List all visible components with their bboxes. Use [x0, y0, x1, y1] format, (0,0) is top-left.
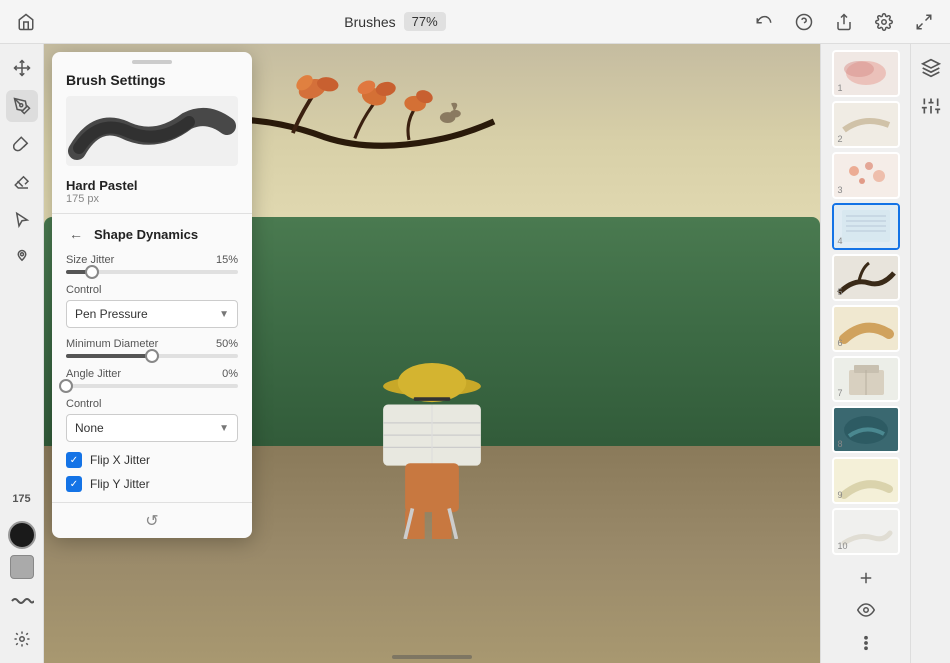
brush-size-display: 175: [6, 483, 38, 515]
brush-settings-panel: Brush Settings Hard Pastel 175 px ← Shap…: [52, 52, 252, 538]
document-title: Brushes: [344, 14, 395, 30]
help-button[interactable]: [790, 8, 818, 36]
size-jitter-track[interactable]: [66, 270, 238, 274]
angle-jitter-track[interactable]: [66, 384, 238, 388]
share-button[interactable]: [830, 8, 858, 36]
brush-thumb-1[interactable]: 1: [832, 50, 900, 97]
left-toolbar: 175: [0, 44, 44, 663]
thumb-index-1: 1: [838, 83, 843, 93]
settings-button[interactable]: [870, 8, 898, 36]
more-options-button[interactable]: [850, 628, 882, 657]
thumb-index-2: 2: [838, 134, 843, 144]
control-label-1: Control: [66, 284, 238, 296]
brush-thumb-9[interactable]: 9: [832, 457, 900, 504]
min-diameter-track[interactable]: [66, 354, 238, 358]
brush-thumbnails-panel: 1 2 3: [820, 44, 910, 663]
brush-tool[interactable]: [6, 90, 38, 122]
angle-jitter-row: Angle Jitter 0%: [52, 364, 252, 394]
angle-jitter-label-row: Angle Jitter 0%: [66, 368, 238, 380]
brush-thumb-10[interactable]: 10: [832, 508, 900, 555]
brush-thumb-4[interactable]: 4: [832, 203, 900, 250]
brush-thumb-7[interactable]: 7: [832, 356, 900, 403]
control-select-2[interactable]: None ▼: [66, 414, 238, 442]
control-select-2-value: None: [75, 421, 104, 435]
brush-thumb-6[interactable]: 6: [832, 305, 900, 352]
undo-button[interactable]: [750, 8, 778, 36]
reset-button[interactable]: ↺: [145, 511, 158, 531]
flip-y-checkbox[interactable]: ✓: [66, 476, 82, 492]
visibility-button[interactable]: [850, 596, 882, 625]
panel-title: Brush Settings: [52, 72, 252, 96]
flip-x-label: Flip X Jitter: [90, 453, 150, 467]
select-tool[interactable]: [6, 204, 38, 236]
brush-thumb-3[interactable]: 3: [832, 152, 900, 199]
top-bar: Brushes 77%: [0, 0, 950, 44]
stamp-tool[interactable]: [6, 242, 38, 274]
layers-button[interactable]: [915, 52, 947, 84]
fill-tool[interactable]: [6, 128, 38, 160]
control-row-2: Control None ▼: [52, 394, 252, 448]
expand-button[interactable]: [910, 8, 938, 36]
home-button[interactable]: [12, 8, 40, 36]
min-diameter-row: Minimum Diameter 50%: [52, 334, 252, 364]
thumb-index-6: 6: [838, 338, 843, 348]
angle-jitter-label: Angle Jitter: [66, 368, 121, 380]
control-select-1[interactable]: Pen Pressure ▼: [66, 300, 238, 328]
brush-size-text: 175 px: [52, 193, 252, 213]
top-bar-left: [12, 8, 40, 36]
thumb-index-10: 10: [838, 541, 848, 551]
foreground-color[interactable]: [8, 521, 36, 549]
thumb-index-3: 3: [838, 185, 843, 195]
brush-thumb-5[interactable]: 5: [832, 254, 900, 301]
back-button[interactable]: ←: [66, 224, 86, 244]
thumb-index-5: 5: [838, 287, 843, 297]
brush-preview: [66, 96, 238, 166]
control-select-2-arrow: ▼: [219, 423, 229, 434]
eraser-tool[interactable]: [6, 166, 38, 198]
flip-x-checkbox[interactable]: ✓: [66, 452, 82, 468]
angle-jitter-value: 0%: [222, 368, 238, 380]
wavy-line-tool[interactable]: [6, 585, 38, 617]
panel-drag-handle[interactable]: [132, 60, 172, 64]
flip-x-row: ✓ Flip X Jitter: [52, 448, 252, 472]
canvas-area[interactable]: Brush Settings Hard Pastel 175 px ← Shap…: [44, 44, 820, 663]
min-diameter-thumb[interactable]: [145, 349, 159, 363]
brush-name: Hard Pastel: [52, 174, 252, 193]
shape-dynamics-header: ← Shape Dynamics: [52, 214, 252, 250]
zoom-level[interactable]: 77%: [404, 12, 446, 31]
background-color[interactable]: [10, 555, 34, 579]
control-select-1-value: Pen Pressure: [75, 307, 148, 321]
size-jitter-value: 15%: [216, 254, 238, 266]
canvas-scrollbar[interactable]: [392, 655, 472, 659]
min-diameter-label: Minimum Diameter: [66, 338, 158, 350]
right-sidebar: [910, 44, 950, 663]
top-bar-center: Brushes 77%: [344, 12, 445, 31]
size-jitter-row: Size Jitter 15%: [52, 250, 252, 280]
thumb-index-8: 8: [838, 439, 843, 449]
settings-tool[interactable]: [6, 623, 38, 655]
brush-thumb-2[interactable]: 2: [832, 101, 900, 148]
brush-thumb-8[interactable]: 8: [832, 406, 900, 453]
adjustments-button[interactable]: [915, 90, 947, 122]
size-jitter-thumb[interactable]: [85, 265, 99, 279]
flip-y-row: ✓ Flip Y Jitter: [52, 472, 252, 496]
flip-y-label: Flip Y Jitter: [90, 477, 150, 491]
thumb-index-9: 9: [838, 490, 843, 500]
min-diameter-fill: [66, 354, 152, 358]
thumb-index-7: 7: [838, 388, 843, 398]
angle-jitter-thumb[interactable]: [59, 379, 73, 393]
top-bar-right: [750, 8, 938, 36]
control-label-2: Control: [66, 398, 238, 410]
section-title: Shape Dynamics: [94, 227, 198, 242]
main-area: 1 7 5: [0, 44, 950, 663]
thumb-index-4: 4: [838, 236, 843, 246]
control-row-1: Control Pen Pressure ▼: [52, 280, 252, 334]
add-layer-button[interactable]: [850, 563, 882, 592]
control-select-1-arrow: ▼: [219, 309, 229, 320]
min-diameter-value: 50%: [216, 338, 238, 350]
move-tool[interactable]: [6, 52, 38, 84]
panel-footer: ↺: [52, 502, 252, 538]
